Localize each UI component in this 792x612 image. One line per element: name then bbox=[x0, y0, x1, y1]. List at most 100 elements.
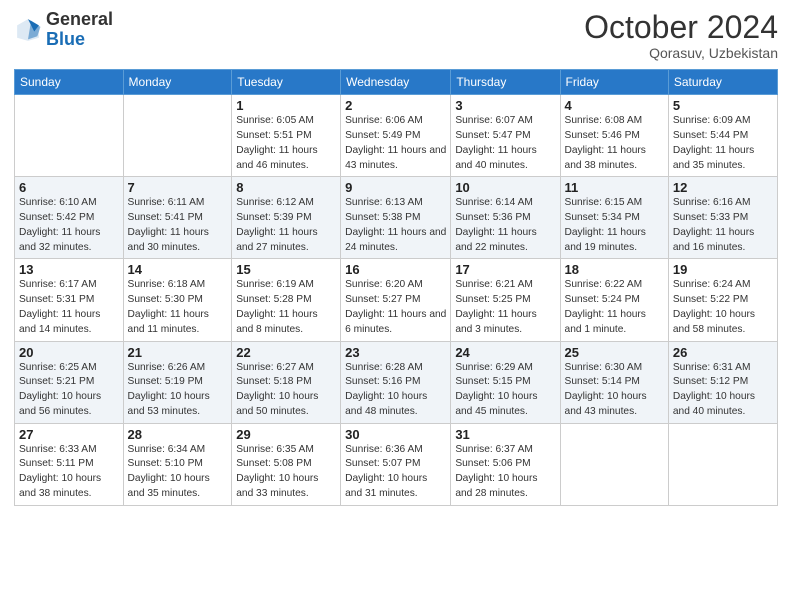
title-block: October 2024 Qorasuv, Uzbekistan bbox=[584, 10, 778, 61]
day-number: 6 bbox=[19, 180, 119, 195]
day-number: 15 bbox=[236, 262, 336, 277]
day-number: 27 bbox=[19, 427, 119, 442]
calendar-day-cell bbox=[668, 423, 777, 505]
day-number: 12 bbox=[673, 180, 773, 195]
logo-blue: Blue bbox=[46, 29, 85, 49]
day-number: 22 bbox=[236, 345, 336, 360]
logo: General Blue bbox=[14, 10, 113, 50]
weekday-header-sunday: Sunday bbox=[15, 70, 124, 95]
calendar-week-row: 20Sunrise: 6:25 AMSunset: 5:21 PMDayligh… bbox=[15, 341, 778, 423]
day-info: Sunrise: 6:31 AMSunset: 5:12 PMDaylight:… bbox=[673, 361, 773, 420]
calendar-day-cell: 27Sunrise: 6:33 AMSunset: 5:11 PMDayligh… bbox=[15, 423, 124, 505]
calendar-day-cell: 26Sunrise: 6:31 AMSunset: 5:12 PMDayligh… bbox=[668, 341, 777, 423]
day-info: Sunrise: 6:09 AMSunset: 5:44 PMDaylight:… bbox=[673, 114, 773, 173]
calendar-day-cell: 22Sunrise: 6:27 AMSunset: 5:18 PMDayligh… bbox=[232, 341, 341, 423]
calendar-day-cell: 9Sunrise: 6:13 AMSunset: 5:38 PMDaylight… bbox=[341, 177, 451, 259]
calendar-day-cell: 5Sunrise: 6:09 AMSunset: 5:44 PMDaylight… bbox=[668, 95, 777, 177]
day-number: 24 bbox=[455, 345, 555, 360]
day-number: 2 bbox=[345, 98, 446, 113]
day-number: 20 bbox=[19, 345, 119, 360]
day-info: Sunrise: 6:08 AMSunset: 5:46 PMDaylight:… bbox=[565, 114, 664, 173]
calendar-week-row: 13Sunrise: 6:17 AMSunset: 5:31 PMDayligh… bbox=[15, 259, 778, 341]
day-number: 4 bbox=[565, 98, 664, 113]
calendar-day-cell: 20Sunrise: 6:25 AMSunset: 5:21 PMDayligh… bbox=[15, 341, 124, 423]
location-subtitle: Qorasuv, Uzbekistan bbox=[584, 45, 778, 61]
day-info: Sunrise: 6:20 AMSunset: 5:27 PMDaylight:… bbox=[345, 278, 446, 337]
calendar-day-cell: 7Sunrise: 6:11 AMSunset: 5:41 PMDaylight… bbox=[123, 177, 232, 259]
day-number: 21 bbox=[128, 345, 228, 360]
day-info: Sunrise: 6:17 AMSunset: 5:31 PMDaylight:… bbox=[19, 278, 119, 337]
calendar-day-cell: 14Sunrise: 6:18 AMSunset: 5:30 PMDayligh… bbox=[123, 259, 232, 341]
calendar-container: General Blue October 2024 Qorasuv, Uzbek… bbox=[0, 0, 792, 516]
day-info: Sunrise: 6:13 AMSunset: 5:38 PMDaylight:… bbox=[345, 196, 446, 255]
logo-text: General Blue bbox=[46, 10, 113, 50]
day-number: 5 bbox=[673, 98, 773, 113]
day-info: Sunrise: 6:15 AMSunset: 5:34 PMDaylight:… bbox=[565, 196, 664, 255]
day-number: 31 bbox=[455, 427, 555, 442]
month-title: October 2024 bbox=[584, 10, 778, 45]
calendar-day-cell: 6Sunrise: 6:10 AMSunset: 5:42 PMDaylight… bbox=[15, 177, 124, 259]
weekday-header-friday: Friday bbox=[560, 70, 668, 95]
day-info: Sunrise: 6:29 AMSunset: 5:15 PMDaylight:… bbox=[455, 361, 555, 420]
weekday-header-row: SundayMondayTuesdayWednesdayThursdayFrid… bbox=[15, 70, 778, 95]
day-info: Sunrise: 6:06 AMSunset: 5:49 PMDaylight:… bbox=[345, 114, 446, 173]
day-info: Sunrise: 6:22 AMSunset: 5:24 PMDaylight:… bbox=[565, 278, 664, 337]
weekday-header-saturday: Saturday bbox=[668, 70, 777, 95]
weekday-header-thursday: Thursday bbox=[451, 70, 560, 95]
day-info: Sunrise: 6:34 AMSunset: 5:10 PMDaylight:… bbox=[128, 443, 228, 502]
weekday-header-wednesday: Wednesday bbox=[341, 70, 451, 95]
day-number: 18 bbox=[565, 262, 664, 277]
day-number: 3 bbox=[455, 98, 555, 113]
day-number: 19 bbox=[673, 262, 773, 277]
weekday-header-monday: Monday bbox=[123, 70, 232, 95]
calendar-day-cell: 11Sunrise: 6:15 AMSunset: 5:34 PMDayligh… bbox=[560, 177, 668, 259]
day-info: Sunrise: 6:30 AMSunset: 5:14 PMDaylight:… bbox=[565, 361, 664, 420]
calendar-day-cell: 13Sunrise: 6:17 AMSunset: 5:31 PMDayligh… bbox=[15, 259, 124, 341]
calendar-day-cell: 29Sunrise: 6:35 AMSunset: 5:08 PMDayligh… bbox=[232, 423, 341, 505]
calendar-day-cell: 1Sunrise: 6:05 AMSunset: 5:51 PMDaylight… bbox=[232, 95, 341, 177]
day-info: Sunrise: 6:33 AMSunset: 5:11 PMDaylight:… bbox=[19, 443, 119, 502]
calendar-day-cell: 19Sunrise: 6:24 AMSunset: 5:22 PMDayligh… bbox=[668, 259, 777, 341]
day-info: Sunrise: 6:21 AMSunset: 5:25 PMDaylight:… bbox=[455, 278, 555, 337]
calendar-day-cell: 10Sunrise: 6:14 AMSunset: 5:36 PMDayligh… bbox=[451, 177, 560, 259]
day-info: Sunrise: 6:14 AMSunset: 5:36 PMDaylight:… bbox=[455, 196, 555, 255]
day-info: Sunrise: 6:37 AMSunset: 5:06 PMDaylight:… bbox=[455, 443, 555, 502]
calendar-day-cell bbox=[560, 423, 668, 505]
day-number: 16 bbox=[345, 262, 446, 277]
day-number: 1 bbox=[236, 98, 336, 113]
calendar-day-cell: 17Sunrise: 6:21 AMSunset: 5:25 PMDayligh… bbox=[451, 259, 560, 341]
day-number: 8 bbox=[236, 180, 336, 195]
calendar-week-row: 1Sunrise: 6:05 AMSunset: 5:51 PMDaylight… bbox=[15, 95, 778, 177]
calendar-day-cell: 25Sunrise: 6:30 AMSunset: 5:14 PMDayligh… bbox=[560, 341, 668, 423]
calendar-day-cell: 12Sunrise: 6:16 AMSunset: 5:33 PMDayligh… bbox=[668, 177, 777, 259]
day-number: 29 bbox=[236, 427, 336, 442]
day-info: Sunrise: 6:26 AMSunset: 5:19 PMDaylight:… bbox=[128, 361, 228, 420]
day-number: 30 bbox=[345, 427, 446, 442]
day-info: Sunrise: 6:35 AMSunset: 5:08 PMDaylight:… bbox=[236, 443, 336, 502]
header: General Blue October 2024 Qorasuv, Uzbek… bbox=[14, 10, 778, 61]
day-info: Sunrise: 6:05 AMSunset: 5:51 PMDaylight:… bbox=[236, 114, 336, 173]
day-number: 11 bbox=[565, 180, 664, 195]
day-info: Sunrise: 6:19 AMSunset: 5:28 PMDaylight:… bbox=[236, 278, 336, 337]
day-number: 13 bbox=[19, 262, 119, 277]
day-info: Sunrise: 6:24 AMSunset: 5:22 PMDaylight:… bbox=[673, 278, 773, 337]
day-number: 14 bbox=[128, 262, 228, 277]
calendar-day-cell: 16Sunrise: 6:20 AMSunset: 5:27 PMDayligh… bbox=[341, 259, 451, 341]
calendar-day-cell: 31Sunrise: 6:37 AMSunset: 5:06 PMDayligh… bbox=[451, 423, 560, 505]
calendar-day-cell: 23Sunrise: 6:28 AMSunset: 5:16 PMDayligh… bbox=[341, 341, 451, 423]
day-info: Sunrise: 6:11 AMSunset: 5:41 PMDaylight:… bbox=[128, 196, 228, 255]
day-info: Sunrise: 6:18 AMSunset: 5:30 PMDaylight:… bbox=[128, 278, 228, 337]
day-info: Sunrise: 6:36 AMSunset: 5:07 PMDaylight:… bbox=[345, 443, 446, 502]
calendar-day-cell: 3Sunrise: 6:07 AMSunset: 5:47 PMDaylight… bbox=[451, 95, 560, 177]
day-info: Sunrise: 6:28 AMSunset: 5:16 PMDaylight:… bbox=[345, 361, 446, 420]
calendar-day-cell bbox=[15, 95, 124, 177]
logo-general: General bbox=[46, 9, 113, 29]
day-number: 23 bbox=[345, 345, 446, 360]
calendar-day-cell: 30Sunrise: 6:36 AMSunset: 5:07 PMDayligh… bbox=[341, 423, 451, 505]
day-number: 26 bbox=[673, 345, 773, 360]
weekday-header-tuesday: Tuesday bbox=[232, 70, 341, 95]
calendar-day-cell: 28Sunrise: 6:34 AMSunset: 5:10 PMDayligh… bbox=[123, 423, 232, 505]
day-info: Sunrise: 6:16 AMSunset: 5:33 PMDaylight:… bbox=[673, 196, 773, 255]
calendar-table: SundayMondayTuesdayWednesdayThursdayFrid… bbox=[14, 69, 778, 506]
calendar-week-row: 6Sunrise: 6:10 AMSunset: 5:42 PMDaylight… bbox=[15, 177, 778, 259]
